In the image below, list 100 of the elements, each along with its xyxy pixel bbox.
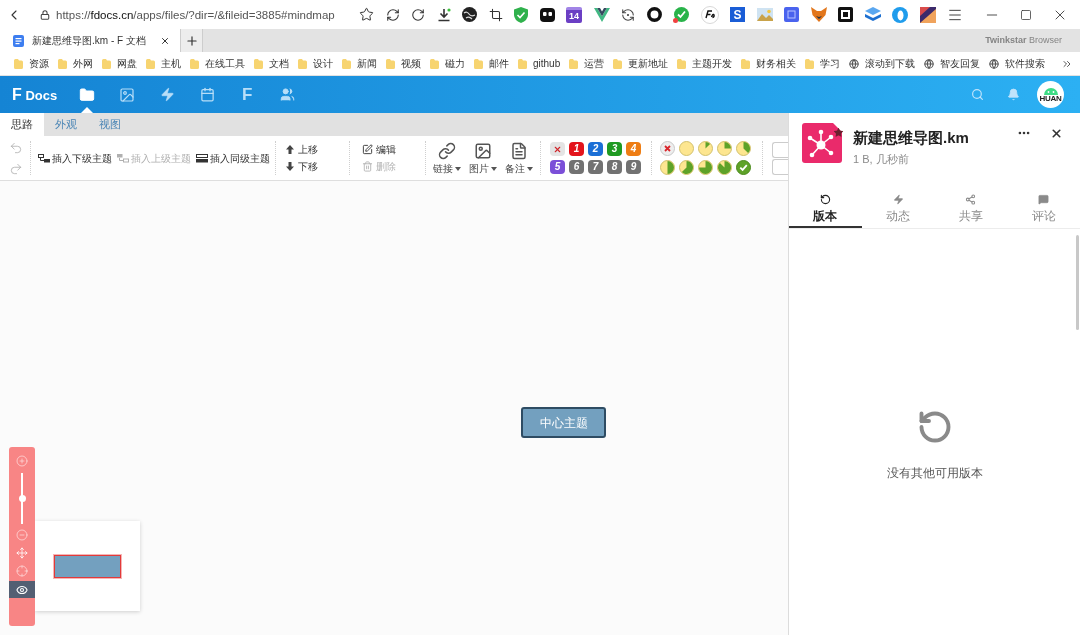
check-circle-icon[interactable] — [673, 6, 689, 23]
priority-clear-button[interactable] — [550, 142, 565, 156]
progress-clear-icon[interactable] — [660, 141, 675, 156]
bookmark-item[interactable]: 新闻 — [342, 57, 377, 70]
cut-off-field[interactable] — [772, 141, 788, 158]
search-icon[interactable] — [971, 88, 984, 101]
priority-button[interactable]: 2 — [588, 142, 603, 156]
details-tab[interactable]: 共享 — [934, 190, 1008, 228]
bell-icon[interactable] — [1007, 88, 1020, 101]
ring-icon[interactable] — [646, 7, 662, 22]
tab-close-icon[interactable] — [160, 35, 170, 46]
attach-button[interactable]: 链接 — [429, 141, 465, 175]
bookmark-item[interactable]: 文档 — [254, 57, 289, 70]
progress-pie-icon[interactable] — [679, 160, 694, 175]
bookmark-item[interactable]: 磁力 — [430, 57, 465, 70]
scrollbar-thumb[interactable] — [1076, 235, 1079, 330]
address-field[interactable]: https://fdocs.cn/apps/files/?dir=/&fileid=3885#mindmap — [56, 6, 335, 23]
file-name: 新建思维导图.km — [853, 128, 969, 148]
move-button[interactable]: 上移 — [286, 143, 318, 156]
globe-icon[interactable] — [462, 7, 477, 22]
folder-icon — [430, 58, 439, 69]
v-shape-icon[interactable] — [593, 7, 610, 22]
app-logo[interactable]: F Docs — [12, 86, 58, 103]
bookmark-item[interactable]: 智友回复 — [924, 57, 981, 70]
priority-button[interactable]: 6 — [569, 160, 584, 174]
rotate-arrow-icon[interactable] — [411, 7, 425, 22]
progress-pie-icon[interactable] — [717, 141, 732, 156]
progress-pie-icon[interactable] — [736, 141, 751, 156]
image-icon — [119, 86, 136, 103]
bookmark-item[interactable]: 滚动到下载 — [849, 57, 916, 70]
bookmark-item[interactable]: 外网 — [58, 57, 93, 70]
cut-off-field[interactable] — [772, 158, 788, 175]
download-icon[interactable] — [436, 7, 451, 22]
bookmark-item[interactable]: 视频 — [386, 57, 421, 70]
sync-icon[interactable] — [621, 7, 635, 22]
reload-icon[interactable] — [385, 7, 400, 22]
slider-thumb[interactable] — [18, 495, 26, 502]
caret-icon — [491, 166, 497, 171]
user-avatar[interactable]: HUAN — [1037, 81, 1064, 108]
navigator-toggle-button[interactable] — [9, 581, 35, 598]
star-icon[interactable] — [359, 7, 374, 22]
progress-pie-icon[interactable] — [660, 160, 675, 175]
edit-button[interactable]: 编辑 — [362, 143, 396, 156]
attach-button[interactable]: 图片 — [465, 141, 501, 175]
app-square-icon[interactable] — [784, 7, 799, 22]
bookmark-item[interactable]: 运营 — [569, 57, 605, 70]
redo-icon[interactable] — [9, 161, 23, 176]
editor-tab[interactable]: 思路 — [0, 113, 44, 136]
zoom-slider[interactable] — [18, 473, 26, 524]
bookmark-item[interactable]: 在线工具 — [190, 57, 245, 70]
bookmark-item[interactable]: 邮件 — [474, 57, 509, 70]
bookmark-item[interactable]: 设计 — [298, 57, 333, 70]
bookmark-item[interactable]: 网盘 — [102, 57, 137, 70]
bookmark-item[interactable]: 主题开发 — [677, 57, 733, 70]
bookmark-item[interactable]: 财务相关 — [741, 57, 797, 70]
letter-extension-button[interactable]: S — [730, 7, 745, 22]
bookmark-item[interactable]: 更新地址 — [613, 57, 669, 70]
priority-button[interactable]: 7 — [588, 160, 603, 174]
attach-button[interactable]: 备注 — [501, 141, 537, 175]
priority-button[interactable]: 3 — [607, 142, 622, 156]
calendar-icon — [199, 87, 215, 102]
insert-topic-button[interactable]: 插入下级主题 — [38, 151, 112, 165]
browser-tab[interactable]: 新建思维导图.km - F 文档 — [0, 29, 180, 52]
bookmark-item[interactable]: 主机 — [146, 57, 181, 70]
priority-button[interactable]: 9 — [626, 160, 641, 174]
priority-button[interactable]: 1 — [569, 142, 584, 156]
priority-button[interactable]: 5 — [550, 160, 565, 174]
progress-pie-icon[interactable] — [698, 141, 713, 156]
crop-icon[interactable] — [488, 7, 503, 22]
details-tab[interactable]: 版本 — [789, 190, 862, 228]
star-icon[interactable] — [833, 127, 844, 138]
shield-icon[interactable] — [514, 6, 528, 23]
bookmark-item[interactable]: 资源 — [14, 57, 49, 70]
fox-icon[interactable] — [810, 7, 827, 22]
progress-pie-icon[interactable] — [698, 160, 713, 175]
bookmark-item[interactable]: github — [518, 57, 561, 70]
new-tab-button[interactable] — [180, 29, 203, 52]
insert-topic-button[interactable]: 插入同级主题 — [196, 151, 270, 165]
bookmark-item[interactable]: 软件搜索 — [989, 57, 1046, 70]
move-button[interactable]: 下移 — [286, 160, 318, 173]
calendar-extension-button[interactable]: 14 — [566, 6, 582, 23]
mask-icon[interactable] — [539, 7, 555, 22]
round-app-icon[interactable] — [892, 6, 908, 23]
progress-done-icon[interactable] — [736, 160, 751, 175]
move-icon[interactable] — [16, 547, 28, 559]
bookmark-item[interactable]: 学习 — [805, 57, 841, 70]
file-meta: 1 B, 几秒前 — [853, 152, 910, 166]
signature-icon[interactable] — [700, 5, 719, 24]
maximize-icon[interactable] — [1020, 8, 1032, 21]
landscape-icon[interactable] — [756, 8, 773, 21]
layers-icon[interactable] — [864, 7, 881, 22]
lock-icon — [40, 9, 50, 20]
details-tab[interactable]: 动态 — [861, 190, 935, 228]
close-icon[interactable] — [1050, 126, 1063, 140]
plus-icon — [184, 33, 199, 48]
framed-square-icon[interactable] — [838, 7, 853, 22]
details-tab[interactable]: 评论 — [1007, 190, 1080, 228]
poster-icon[interactable] — [919, 6, 936, 23]
progress-pie-icon[interactable] — [717, 160, 732, 175]
priority-button[interactable]: 8 — [607, 160, 622, 174]
